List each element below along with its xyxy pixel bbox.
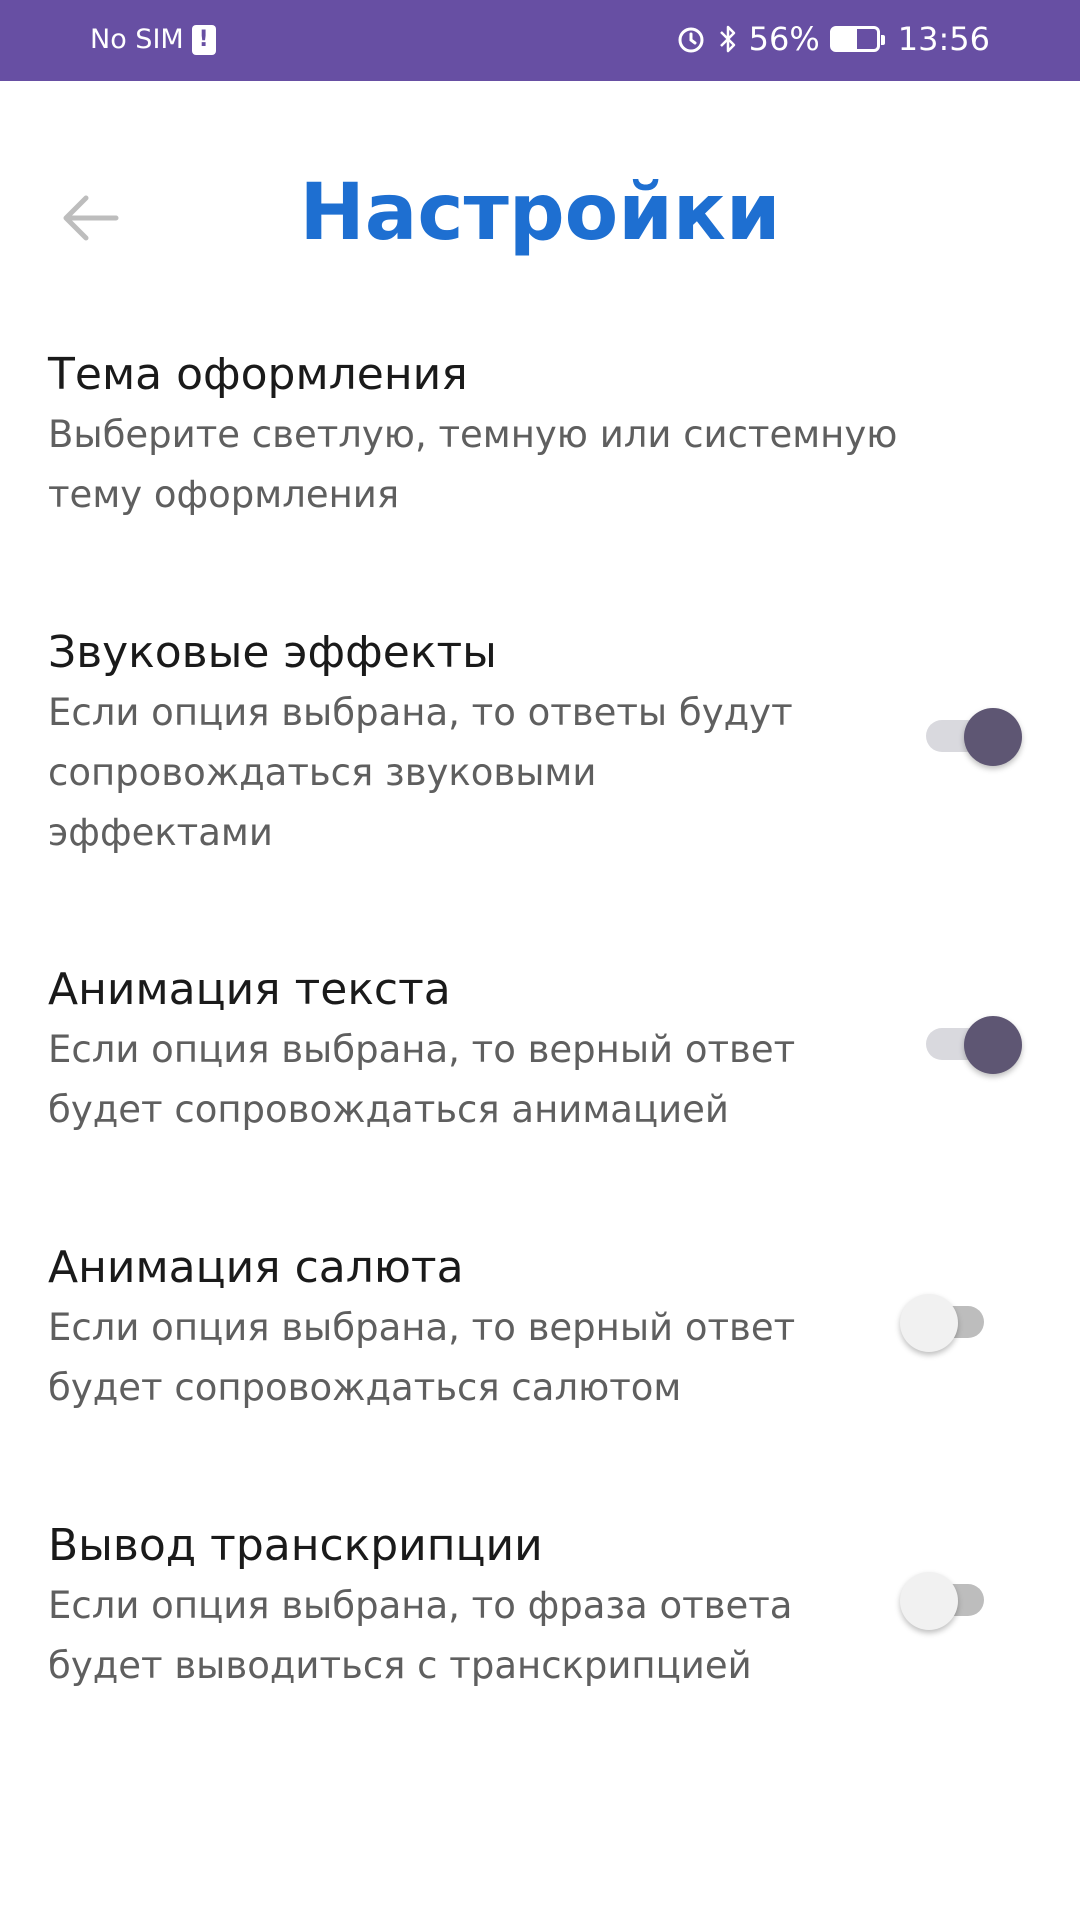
setting-description: Если опция выбрана, то верный ответ буде… (48, 1028, 796, 1131)
setting-title: Звуковые эффекты (48, 627, 497, 678)
text-animation-toggle[interactable] (926, 1016, 1022, 1074)
bluetooth-icon (717, 23, 739, 55)
toggle-knob (964, 708, 1022, 766)
toggle-knob (900, 1294, 958, 1352)
app-header: Настройки (0, 140, 1080, 290)
setting-transcription-output: Вывод транскрипции Если опция выбрана, т… (48, 1516, 1038, 1696)
setting-title: Анимация текста (48, 964, 451, 1015)
setting-description: Если опция выбрана, то ответы будут сопр… (48, 691, 793, 854)
battery-charging-icon (829, 26, 885, 52)
status-bar: No SIM ! 56% 13:56 (0, 0, 1080, 81)
setting-description: Если опция выбрана, то фраза ответа буде… (48, 1584, 793, 1687)
sound-effects-toggle[interactable] (926, 708, 1022, 766)
sim-alert-icon: ! (191, 24, 216, 55)
toggle-knob (964, 1016, 1022, 1074)
battery-percent: 56% (748, 20, 820, 58)
clock: 13:56 (897, 20, 990, 58)
alarm-icon (675, 23, 707, 55)
setting-title: Тема оформления (48, 349, 468, 400)
setting-description: Выберите светлую, темную или системную т… (48, 413, 898, 516)
transcription-output-toggle[interactable] (900, 1572, 986, 1630)
setting-title: Вывод транскрипции (48, 1520, 543, 1571)
fireworks-animation-toggle[interactable] (900, 1294, 986, 1352)
status-left: No SIM ! (90, 24, 216, 55)
toggle-knob (900, 1572, 958, 1630)
settings-screen: No SIM ! 56% 13:56 Настройки Тема оформл… (0, 0, 1080, 1920)
setting-sound-effects: Звуковые эффекты Если опция выбрана, то … (48, 623, 1038, 863)
setting-fireworks-animation: Анимация салюта Если опция выбрана, то в… (48, 1238, 1038, 1418)
setting-text-animation: Анимация текста Если опция выбрана, то в… (48, 960, 1038, 1140)
setting-theme[interactable]: Тема оформления Выберите светлую, темную… (48, 345, 1038, 525)
carrier-label: No SIM (90, 24, 184, 55)
page-title: Настройки (299, 168, 781, 258)
setting-title: Анимация салюта (48, 1242, 464, 1293)
status-right: 56% 13:56 (665, 20, 990, 58)
setting-description: Если опция выбрана, то верный ответ буде… (48, 1306, 796, 1409)
